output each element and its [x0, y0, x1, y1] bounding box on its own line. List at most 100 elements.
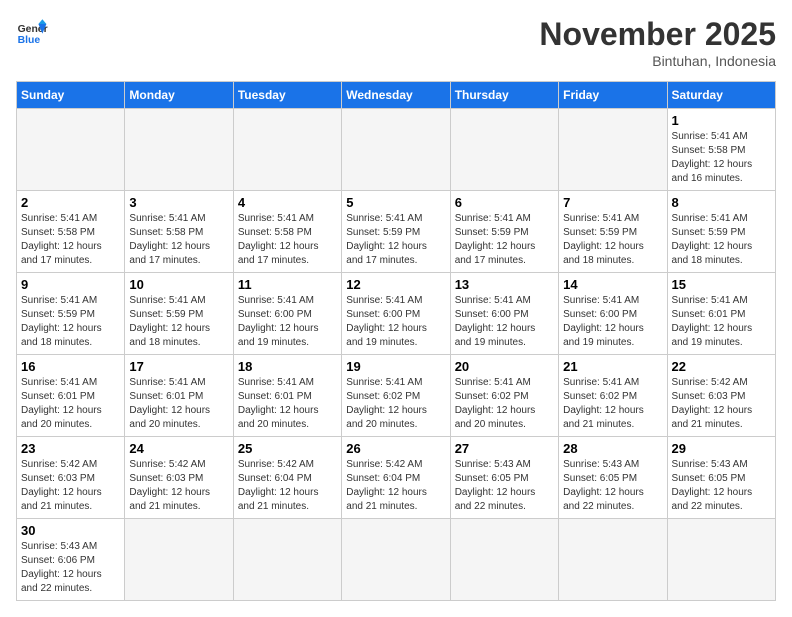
calendar-cell: 8 Sunrise: 5:41 AM Sunset: 5:59 PM Daylig… [667, 191, 775, 273]
day-info: Sunrise: 5:41 AM Sunset: 5:59 PM Dayligh… [129, 294, 228, 350]
day-info: Sunrise: 5:42 AM Sunset: 6:03 PM Dayligh… [129, 458, 228, 514]
day-info: Sunrise: 5:41 AM Sunset: 5:59 PM Dayligh… [21, 294, 120, 350]
day-info: Sunrise: 5:41 AM Sunset: 5:58 PM Dayligh… [238, 212, 337, 268]
calendar-cell [125, 109, 233, 191]
month-title: November 2025 [539, 16, 776, 53]
day-number: 18 [238, 359, 337, 374]
day-info: Sunrise: 5:42 AM Sunset: 6:03 PM Dayligh… [21, 458, 120, 514]
calendar-cell: 4 Sunrise: 5:41 AM Sunset: 5:58 PM Daylig… [233, 191, 341, 273]
day-info: Sunrise: 5:41 AM Sunset: 6:02 PM Dayligh… [455, 376, 554, 432]
weekday-header-thursday: Thursday [450, 82, 558, 109]
day-number: 19 [346, 359, 445, 374]
day-info: Sunrise: 5:41 AM Sunset: 6:02 PM Dayligh… [346, 376, 445, 432]
day-number: 23 [21, 441, 120, 456]
calendar-week-row: 2 Sunrise: 5:41 AM Sunset: 5:58 PM Daylig… [17, 191, 776, 273]
calendar-cell: 28 Sunrise: 5:43 AM Sunset: 6:05 PM Dayli… [559, 437, 667, 519]
calendar-cell: 7 Sunrise: 5:41 AM Sunset: 5:59 PM Daylig… [559, 191, 667, 273]
calendar-table: SundayMondayTuesdayWednesdayThursdayFrid… [16, 81, 776, 601]
calendar-week-row: 23 Sunrise: 5:42 AM Sunset: 6:03 PM Dayli… [17, 437, 776, 519]
day-info: Sunrise: 5:41 AM Sunset: 5:59 PM Dayligh… [455, 212, 554, 268]
day-number: 5 [346, 195, 445, 210]
day-info: Sunrise: 5:42 AM Sunset: 6:04 PM Dayligh… [346, 458, 445, 514]
weekday-header-sunday: Sunday [17, 82, 125, 109]
weekday-header-tuesday: Tuesday [233, 82, 341, 109]
day-number: 12 [346, 277, 445, 292]
location-subtitle: Bintuhan, Indonesia [539, 53, 776, 69]
day-info: Sunrise: 5:41 AM Sunset: 5:59 PM Dayligh… [672, 212, 771, 268]
calendar-cell: 9Sunrise: 5:41 AM Sunset: 5:59 PM Daylig… [17, 273, 125, 355]
calendar-cell [450, 109, 558, 191]
calendar-cell: 2 Sunrise: 5:41 AM Sunset: 5:58 PM Daylig… [17, 191, 125, 273]
day-number: 3 [129, 195, 228, 210]
day-number: 29 [672, 441, 771, 456]
day-info: Sunrise: 5:41 AM Sunset: 6:00 PM Dayligh… [238, 294, 337, 350]
calendar-cell: 10 Sunrise: 5:41 AM Sunset: 5:59 PM Dayli… [125, 273, 233, 355]
logo-icon: General Blue [16, 16, 48, 48]
page-header: General Blue November 2025 Bintuhan, Ind… [16, 16, 776, 69]
day-number: 7 [563, 195, 662, 210]
day-number: 17 [129, 359, 228, 374]
day-number: 16 [21, 359, 120, 374]
day-info: Sunrise: 5:42 AM Sunset: 6:03 PM Dayligh… [672, 376, 771, 432]
day-number: 25 [238, 441, 337, 456]
calendar-cell: 5Sunrise: 5:41 AM Sunset: 5:59 PM Daylig… [342, 191, 450, 273]
day-number: 10 [129, 277, 228, 292]
calendar-cell [233, 109, 341, 191]
day-number: 20 [455, 359, 554, 374]
calendar-cell: 29 Sunrise: 5:43 AM Sunset: 6:05 PM Dayli… [667, 437, 775, 519]
calendar-week-row: 9Sunrise: 5:41 AM Sunset: 5:59 PM Daylig… [17, 273, 776, 355]
calendar-cell: 22 Sunrise: 5:42 AM Sunset: 6:03 PM Dayli… [667, 355, 775, 437]
day-info: Sunrise: 5:41 AM Sunset: 6:01 PM Dayligh… [672, 294, 771, 350]
calendar-cell: 21 Sunrise: 5:41 AM Sunset: 6:02 PM Dayli… [559, 355, 667, 437]
weekday-header-friday: Friday [559, 82, 667, 109]
day-info: Sunrise: 5:41 AM Sunset: 6:01 PM Dayligh… [21, 376, 120, 432]
calendar-cell [559, 519, 667, 601]
calendar-cell: 12Sunrise: 5:41 AM Sunset: 6:00 PM Dayli… [342, 273, 450, 355]
logo: General Blue [16, 16, 48, 48]
calendar-cell: 16 Sunrise: 5:41 AM Sunset: 6:01 PM Dayli… [17, 355, 125, 437]
day-number: 1 [672, 113, 771, 128]
calendar-cell: 3 Sunrise: 5:41 AM Sunset: 5:58 PM Daylig… [125, 191, 233, 273]
calendar-cell: 15 Sunrise: 5:41 AM Sunset: 6:01 PM Dayli… [667, 273, 775, 355]
calendar-cell [667, 519, 775, 601]
day-number: 22 [672, 359, 771, 374]
day-info: Sunrise: 5:41 AM Sunset: 5:58 PM Dayligh… [21, 212, 120, 268]
calendar-cell: 6 Sunrise: 5:41 AM Sunset: 5:59 PM Daylig… [450, 191, 558, 273]
day-info: Sunrise: 5:41 AM Sunset: 5:59 PM Dayligh… [563, 212, 662, 268]
day-number: 2 [21, 195, 120, 210]
day-number: 21 [563, 359, 662, 374]
calendar-cell: 18 Sunrise: 5:41 AM Sunset: 6:01 PM Dayli… [233, 355, 341, 437]
day-number: 4 [238, 195, 337, 210]
calendar-cell: 1 Sunrise: 5:41 AM Sunset: 5:58 PM Daylig… [667, 109, 775, 191]
day-number: 15 [672, 277, 771, 292]
day-number: 26 [346, 441, 445, 456]
calendar-week-row: 30Sunrise: 5:43 AM Sunset: 6:06 PM Dayli… [17, 519, 776, 601]
day-number: 28 [563, 441, 662, 456]
day-info: Sunrise: 5:43 AM Sunset: 6:05 PM Dayligh… [455, 458, 554, 514]
svg-text:Blue: Blue [18, 35, 41, 46]
day-number: 8 [672, 195, 771, 210]
calendar-cell: 14Sunrise: 5:41 AM Sunset: 6:00 PM Dayli… [559, 273, 667, 355]
calendar-cell: 30Sunrise: 5:43 AM Sunset: 6:06 PM Dayli… [17, 519, 125, 601]
day-info: Sunrise: 5:41 AM Sunset: 6:00 PM Dayligh… [563, 294, 662, 350]
weekday-header-saturday: Saturday [667, 82, 775, 109]
day-number: 13 [455, 277, 554, 292]
day-number: 6 [455, 195, 554, 210]
day-number: 24 [129, 441, 228, 456]
day-info: Sunrise: 5:41 AM Sunset: 6:01 PM Dayligh… [238, 376, 337, 432]
calendar-cell [125, 519, 233, 601]
calendar-cell [450, 519, 558, 601]
day-info: Sunrise: 5:41 AM Sunset: 5:58 PM Dayligh… [129, 212, 228, 268]
day-info: Sunrise: 5:43 AM Sunset: 6:05 PM Dayligh… [563, 458, 662, 514]
calendar-cell: 25Sunrise: 5:42 AM Sunset: 6:04 PM Dayli… [233, 437, 341, 519]
day-info: Sunrise: 5:41 AM Sunset: 5:58 PM Dayligh… [672, 130, 771, 186]
day-info: Sunrise: 5:43 AM Sunset: 6:05 PM Dayligh… [672, 458, 771, 514]
day-number: 30 [21, 523, 120, 538]
calendar-week-row: 16 Sunrise: 5:41 AM Sunset: 6:01 PM Dayli… [17, 355, 776, 437]
day-info: Sunrise: 5:41 AM Sunset: 6:02 PM Dayligh… [563, 376, 662, 432]
calendar-cell: 20 Sunrise: 5:41 AM Sunset: 6:02 PM Dayli… [450, 355, 558, 437]
calendar-cell: 23 Sunrise: 5:42 AM Sunset: 6:03 PM Dayli… [17, 437, 125, 519]
calendar-cell: 24 Sunrise: 5:42 AM Sunset: 6:03 PM Dayli… [125, 437, 233, 519]
day-info: Sunrise: 5:41 AM Sunset: 6:00 PM Dayligh… [455, 294, 554, 350]
calendar-cell [342, 109, 450, 191]
